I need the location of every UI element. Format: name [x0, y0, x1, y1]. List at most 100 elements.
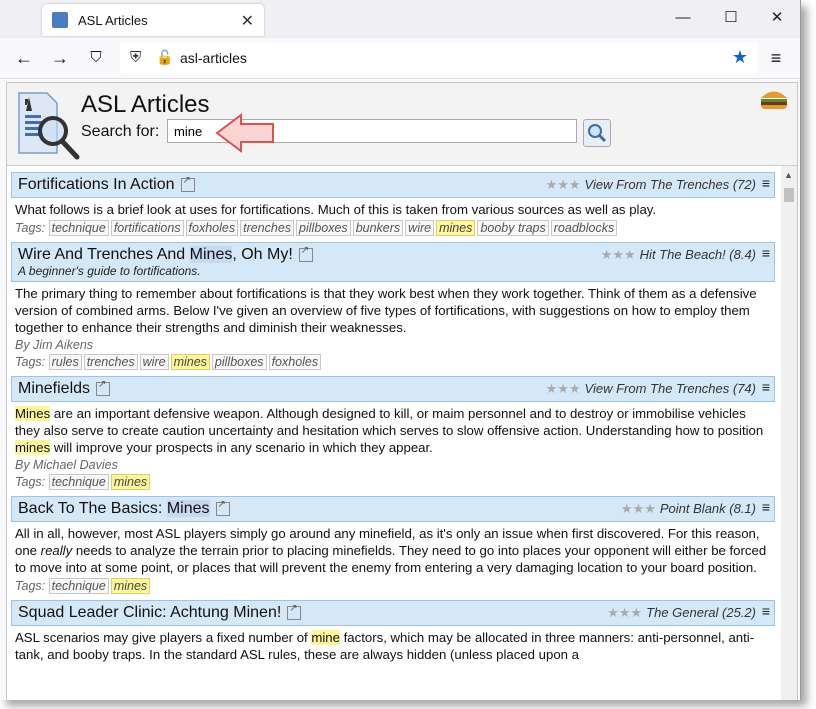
tag-highlighted[interactable]: mines: [170, 354, 210, 370]
minimize-button[interactable]: —: [660, 0, 706, 38]
article-tags: Tags: technique mines: [11, 576, 775, 594]
page-title: ASL Articles: [81, 91, 210, 118]
article-card: Wire And Trenches And Mines, Oh My! ★★★H…: [11, 242, 775, 370]
page-content: ASL Articles Search for: mine Fortificat…: [6, 82, 798, 700]
article-header: Fortifications In Action ★★★View From Th…: [11, 172, 775, 198]
tag[interactable]: technique: [48, 220, 109, 236]
external-link-icon[interactable]: [287, 603, 302, 620]
tags-label: Tags:: [15, 475, 46, 489]
tag[interactable]: trenches: [240, 220, 295, 236]
tag-highlighted[interactable]: mines: [110, 578, 151, 594]
article-title[interactable]: Fortifications In Action: [18, 176, 175, 193]
external-link-icon[interactable]: [180, 175, 195, 192]
url-bar[interactable]: ⛨ 🔓 asl-articles ★: [120, 42, 758, 74]
article-snippet: What follows is a brief look at uses for…: [15, 202, 657, 217]
article-snippet: All in all, however, most ASL players si…: [15, 526, 767, 575]
article-card: Fortifications In Action ★★★View From Th…: [11, 172, 775, 236]
tag[interactable]: bunkers: [352, 220, 404, 236]
article-card: Squad Leader Clinic: Achtung Minen! ★★★T…: [11, 600, 775, 663]
article-title[interactable]: Back To The Basics: Mines: [18, 500, 210, 517]
article-source[interactable]: ★★★ The General (25.2): [607, 605, 756, 621]
article-source[interactable]: ★★★ View From The Trenches (74): [546, 381, 756, 397]
external-link-icon[interactable]: [96, 379, 111, 396]
article-source[interactable]: ★★★ View From The Trenches (72): [546, 177, 756, 193]
rating-stars-icon: ★★★: [545, 381, 581, 396]
article-menu-icon[interactable]: ≡: [762, 379, 770, 395]
article-snippet: Mines are an important defensive weapon.…: [15, 406, 764, 455]
article-tags: Tags: rules trenches wire mines pillboxes fox…: [11, 352, 775, 370]
article-header: Wire And Trenches And Mines, Oh My! ★★★H…: [11, 242, 775, 282]
rating-stars-icon: ★★★: [545, 177, 581, 192]
results-scrollbar[interactable]: ▲: [781, 166, 797, 700]
article-snippet: ASL scenarios may give players a fixed n…: [15, 630, 755, 662]
rating-stars-icon: ★★★: [620, 501, 656, 516]
browser-window: ASL Articles ✕ — ☐ ✕ ← → ⛉ ⛨ 🔓 asl-artic…: [0, 0, 801, 700]
tag[interactable]: pillboxes: [211, 354, 267, 370]
close-window-button[interactable]: ✕: [754, 0, 800, 38]
insecure-lock-icon[interactable]: 🔓: [156, 49, 173, 66]
article-header: Back To The Basics: Mines ★★★Point Blank…: [11, 496, 775, 522]
tag[interactable]: foxholes: [185, 220, 239, 236]
article-menu-icon[interactable]: ≡: [762, 603, 770, 619]
article-title[interactable]: Squad Leader Clinic: Achtung Minen!: [18, 604, 281, 621]
tag[interactable]: trenches: [83, 354, 138, 370]
scroll-up-icon[interactable]: ▲: [784, 170, 793, 180]
url-text[interactable]: asl-articles: [180, 50, 247, 66]
title-bar: ASL Articles ✕ — ☐ ✕: [0, 0, 800, 38]
tag[interactable]: booby traps: [477, 220, 549, 236]
rating-stars-icon: ★★★: [600, 247, 636, 262]
tag-highlighted[interactable]: mines: [436, 220, 476, 236]
article-title[interactable]: Minefields: [18, 380, 90, 397]
search-button[interactable]: [583, 119, 611, 147]
article-header: Minefields ★★★View From The Trenches (74…: [11, 376, 775, 402]
article-source[interactable]: ★★★ Point Blank (8.1): [621, 501, 756, 517]
article-menu-icon[interactable]: ≡: [762, 175, 770, 191]
maximize-button[interactable]: ☐: [708, 0, 754, 38]
article-subtitle: A beginner's guide to fortifications.: [18, 264, 201, 278]
article-card: Minefields ★★★View From The Trenches (74…: [11, 376, 775, 490]
tag[interactable]: foxholes: [268, 354, 322, 370]
article-snippet: The primary thing to remember about fort…: [15, 286, 757, 335]
article-tags: Tags: technique mines: [11, 472, 775, 490]
article-card: Back To The Basics: Mines ★★★Point Blank…: [11, 496, 775, 594]
scrollbar-thumb[interactable]: [784, 188, 794, 202]
article-source[interactable]: ★★★ Hit The Beach! (8.4): [601, 247, 756, 263]
tag[interactable]: technique: [48, 578, 109, 594]
app-menu-button[interactable]: ≡: [764, 46, 788, 70]
tab-title: ASL Articles: [78, 12, 148, 28]
external-link-icon[interactable]: [215, 499, 230, 516]
pocket-icon[interactable]: ⛉: [84, 46, 108, 70]
tag[interactable]: pillboxes: [296, 220, 351, 236]
tags-label: Tags:: [15, 579, 46, 593]
favicon-icon: [52, 12, 68, 28]
article-menu-icon[interactable]: ≡: [762, 499, 770, 515]
search-icon: [588, 124, 607, 143]
article-tags: Tags: technique fortifications foxholes tre…: [11, 218, 775, 236]
forward-button[interactable]: →: [48, 46, 72, 70]
burger-menu-icon[interactable]: [759, 89, 789, 109]
rating-stars-icon: ★★★: [607, 605, 643, 620]
bookmark-star-icon[interactable]: ★: [732, 47, 748, 68]
article-menu-icon[interactable]: ≡: [762, 245, 770, 261]
tags-label: Tags:: [15, 221, 46, 235]
article-author: By Jim Aikens: [15, 338, 94, 352]
article-author: By Michael Davies: [15, 458, 118, 472]
tab-close-icon[interactable]: ✕: [241, 11, 254, 31]
tag[interactable]: technique: [48, 474, 109, 490]
shield-icon[interactable]: ⛨: [130, 49, 141, 66]
external-link-icon[interactable]: [298, 245, 313, 262]
back-button[interactable]: ←: [12, 46, 36, 70]
tag[interactable]: fortifications: [110, 220, 184, 236]
article-header: Squad Leader Clinic: Achtung Minen! ★★★T…: [11, 600, 775, 626]
article-title[interactable]: Wire And Trenches And Mines, Oh My!: [18, 246, 293, 263]
tag-highlighted[interactable]: mines: [110, 474, 151, 490]
nav-bar: ← → ⛉ ⛨ 🔓 asl-articles ★ ≡: [0, 38, 800, 79]
browser-tab[interactable]: ASL Articles ✕: [42, 4, 264, 36]
results-list: Fortifications In Action ★★★View From Th…: [7, 166, 779, 700]
page-header: ASL Articles Search for:: [7, 83, 797, 166]
tag[interactable]: wire: [405, 220, 435, 236]
tag[interactable]: wire: [139, 354, 169, 370]
tags-label: Tags:: [15, 355, 46, 369]
tag[interactable]: rules: [48, 354, 82, 370]
tag[interactable]: roadblocks: [550, 220, 618, 236]
